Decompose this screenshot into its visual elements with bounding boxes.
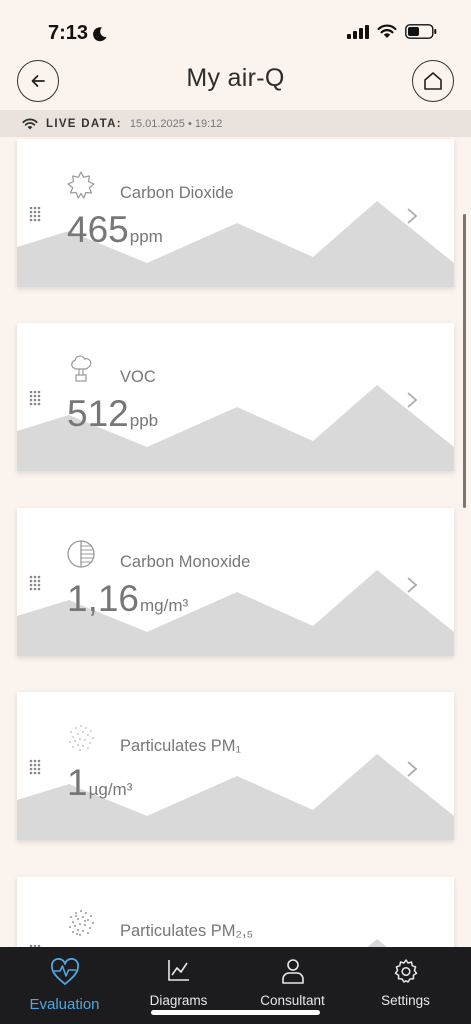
line-chart-icon <box>167 960 189 981</box>
gear-icon <box>394 959 417 983</box>
chevron-right-icon <box>407 761 418 777</box>
signal-icon <box>347 24 369 39</box>
sensor-unit: mg/m³ <box>140 596 189 615</box>
sensor-reading: 465ppm <box>67 209 163 251</box>
clock-time: 7:13 <box>48 22 89 44</box>
sensor-reading: 512ppb <box>67 393 158 435</box>
live-data-timestamp: 15.01.2025 • 19:12 <box>129 117 223 130</box>
sensor-reading: 1µg/m³ <box>67 762 132 804</box>
heart-pulse-icon <box>50 958 79 985</box>
drag-handle-icon[interactable] <box>29 390 41 406</box>
sensor-name: Carbon Monoxide <box>120 553 251 571</box>
battery-icon <box>405 24 437 39</box>
moon-icon <box>93 26 107 41</box>
live-data-bar: LIVE DATA: 15.01.2025 • 19:12 <box>0 110 471 137</box>
chevron-right-icon <box>407 208 418 224</box>
home-indicator[interactable] <box>151 1010 320 1015</box>
nav-label: Settings <box>381 993 430 1008</box>
sensor-name: Particulates PM₂,₅ <box>120 922 254 940</box>
sensor-unit: ppb <box>129 411 159 430</box>
co2-sun-icon <box>67 171 95 199</box>
drag-handle-icon[interactable] <box>29 759 41 775</box>
sensor-reading: 1,16mg/m³ <box>67 578 188 620</box>
sensor-card-list[interactable]: Carbon Dioxide 465ppm VOC 512ppb Carbon … <box>0 137 471 947</box>
sensor-name: Particulates PM₁ <box>120 737 242 755</box>
sensor-unit: ppm <box>129 227 163 246</box>
nav-item-settings[interactable]: Settings <box>347 947 464 1024</box>
drag-handle-icon[interactable] <box>29 206 41 222</box>
sensor-name: Carbon Dioxide <box>120 184 234 202</box>
home-icon <box>424 72 442 90</box>
sensor-name: VOC <box>120 368 156 386</box>
nav-label: Diagrams <box>149 993 208 1008</box>
sensor-card-voc[interactable]: VOC 512ppb <box>17 323 454 471</box>
sensor-card-pm2-5[interactable]: Particulates PM₂,₅ <box>17 877 454 947</box>
sensor-value: 512 <box>67 393 129 434</box>
sensor-unit: µg/m³ <box>88 780 133 799</box>
drag-handle-icon[interactable] <box>29 575 41 591</box>
sensor-value: 465 <box>67 209 129 250</box>
page-title: My air-Q <box>186 64 285 92</box>
voc-cloud-icon <box>71 355 92 382</box>
nav-item-evaluation[interactable]: Evaluation <box>6 947 123 1024</box>
nav-label: Evaluation <box>29 996 100 1013</box>
header: My air-Q <box>0 56 471 108</box>
chevron-right-icon <box>407 392 418 408</box>
chevron-right-icon <box>407 577 418 593</box>
particles-dense-icon <box>69 910 94 936</box>
sensor-card-carbon-monoxide[interactable]: Carbon Monoxide 1,16mg/m³ <box>17 508 454 656</box>
home-button[interactable] <box>412 60 454 102</box>
app-screen: 7:13 My air-Q LIVE DATA: 15.01.2025 • 19… <box>0 0 471 1024</box>
person-icon <box>281 959 304 984</box>
sensor-card-pm1[interactable]: Particulates PM₁ 1µg/m³ <box>17 692 454 840</box>
particles-icon <box>69 725 94 751</box>
status-icons <box>347 24 437 39</box>
sensor-card-carbon-dioxide[interactable]: Carbon Dioxide 465ppm <box>17 139 454 287</box>
sensor-value: 1 <box>67 762 88 803</box>
co-circle-icon <box>67 540 95 568</box>
sensor-value: 1,16 <box>67 578 140 619</box>
nav-label: Consultant <box>260 993 325 1008</box>
clock: 7:13 <box>48 22 108 45</box>
live-data-label: LIVE DATA: <box>46 117 122 130</box>
status-bar: 7:13 <box>0 0 471 56</box>
scrollbar[interactable] <box>463 214 466 508</box>
wifi-icon <box>22 118 38 129</box>
wifi-icon <box>377 24 397 38</box>
